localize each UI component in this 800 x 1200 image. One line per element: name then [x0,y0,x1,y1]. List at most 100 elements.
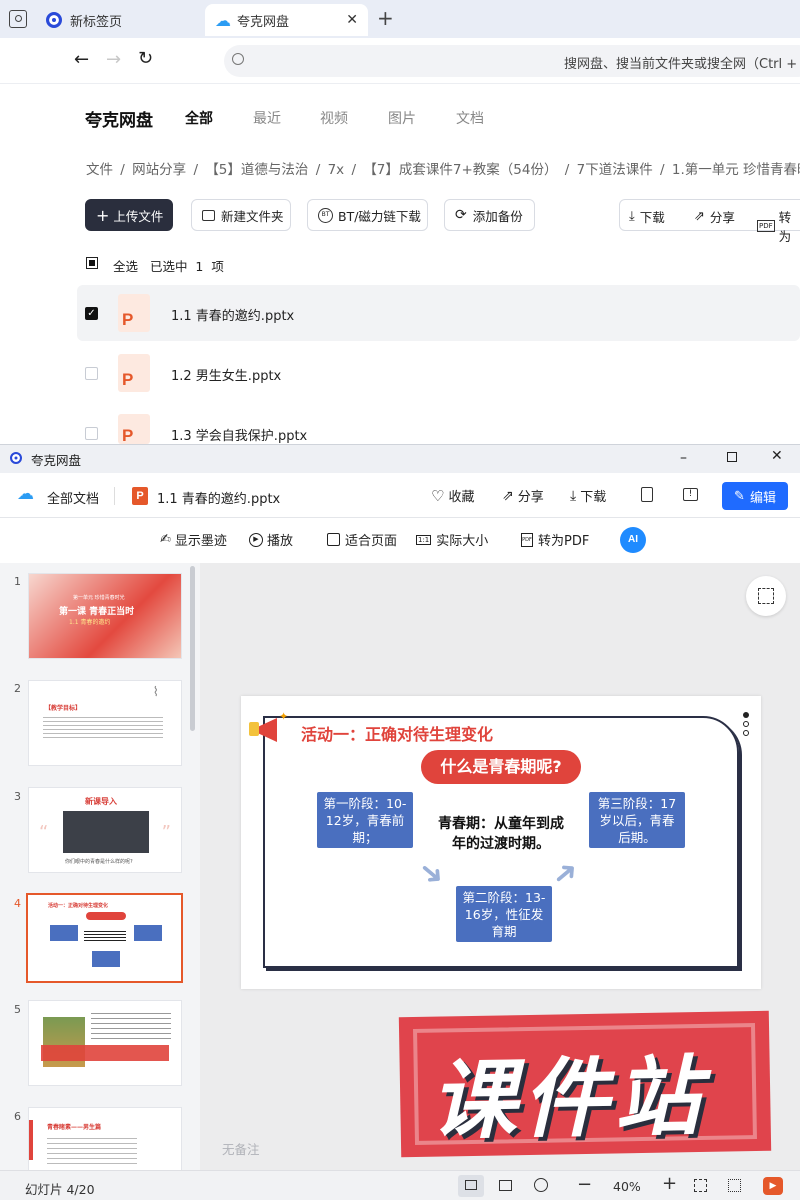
download-icon: ⤓ [629,209,635,224]
export-icon[interactable] [641,487,653,502]
slide-thumbnail-5[interactable] [28,1000,182,1086]
new-tab-plus-icon[interactable]: + [377,6,394,30]
zoom-in-icon[interactable]: + [662,1173,677,1194]
file-name[interactable]: 1.1 青春的邀约.pptx [171,305,294,324]
globe-icon[interactable] [534,1178,548,1192]
ink-icon: ✍ [160,532,171,547]
row-checkbox[interactable] [85,367,98,380]
watermark-stamp: 课件站 [398,1010,772,1158]
breadcrumb-item[interactable]: 7x [328,162,345,178]
fit-page-button[interactable]: 适合页面 [327,530,397,549]
brand-title: 夸克网盘 [85,111,153,131]
tab-quark-drive[interactable]: ☁ 夸克网盘 ✕ [205,4,368,36]
tab-label: 新标签页 [70,14,123,30]
ocr-tool-button[interactable] [746,576,786,616]
slide-thumbnail-6[interactable]: 青春睹素——男生篇 [28,1107,182,1170]
select-status: 全选 已选中 1 项 [113,259,224,274]
slide-thumbnail-2[interactable]: 【教学目标】 ⌇ [28,680,182,766]
slideshow-play-button[interactable]: ▶ [763,1177,783,1195]
tab-recent[interactable]: 最近 [253,108,281,128]
close-tab-icon[interactable]: ✕ [346,12,358,28]
fullscreen-icon[interactable] [728,1179,741,1192]
favorite-button[interactable]: ♡ 收藏 [431,486,474,506]
tab-new-tab[interactable]: 新标签页 [38,4,198,36]
maximize-icon[interactable] [727,452,737,462]
pdf-icon: PDF [757,220,775,232]
slide-number: 3 [14,790,21,803]
notes-placeholder[interactable]: 无备注 [222,1139,260,1158]
convert-pdf-button[interactable]: PDF 转为 [757,207,800,245]
slide-thumbnail-1[interactable]: 第一单元 珍惜青春时光 第一课 青春正当时 1.1 青春的邀约 [28,573,182,659]
slide-number: 6 [14,1110,21,1123]
zoom-level[interactable]: 40% [613,1179,641,1194]
pptx-file-icon: P [132,487,148,505]
pencil-icon: ✎ [734,488,745,504]
close-window-icon[interactable]: ✕ [771,448,783,464]
tab-all[interactable]: 全部 [185,108,213,128]
breadcrumb-sep: / [120,162,125,178]
file-name[interactable]: 1.2 男生女生.pptx [171,365,281,384]
breadcrumb: 文件 / 网站分享 / 【5】道德与法治 / 7x / 【7】成套课件7+教案（… [86,158,800,178]
stage-1-box: 第一阶段：10-12岁，青春前期； [317,792,413,848]
slide-thumbnail-4-active[interactable]: 活动一：正确对待生理变化 [26,893,183,983]
folder-plus-icon [202,209,215,221]
breadcrumb-item[interactable]: 网站分享 [132,162,186,178]
plus-icon: + [96,205,110,225]
all-docs-link[interactable]: 全部文档 [47,488,99,507]
watermark-text: 课件站 [429,1046,708,1152]
show-ink-button[interactable]: ✍ 显示墨迹 [160,530,227,549]
select-all-checkbox[interactable] [86,257,98,269]
download-button[interactable]: ⤓ 下载 [629,207,665,226]
zoom-out-icon[interactable]: − [577,1174,592,1195]
row-checkbox[interactable] [85,427,98,440]
divider [114,487,115,505]
share-button[interactable]: ⇗ 分享 [502,486,544,506]
tab-search-icon[interactable] [9,10,27,28]
thumb-scrollbar[interactable] [190,566,195,731]
slide-number: 2 [14,682,21,695]
slide-thumbnail-3[interactable]: 新课导入 “ ” 你们眼中的青春是什么样的呢? [28,787,182,873]
minimize-icon[interactable]: – [680,450,687,466]
convert-pdf-button[interactable]: PDF 转为PDF [521,530,589,549]
share-icon: ⇗ [502,487,514,504]
pptx-file-icon: P [118,294,150,332]
forward-arrow-icon[interactable]: → [106,49,121,70]
slide-number: 5 [14,1003,21,1016]
row-checkbox-checked[interactable]: ✓ [85,307,98,320]
slide-counter: 幻灯片 4/20 [25,1182,95,1197]
breadcrumb-item[interactable]: 1.第一单元 珍惜青春时 [672,162,800,178]
feedback-icon[interactable]: ! [683,488,698,501]
add-backup-button[interactable]: ⟳ 添加备份 [444,199,535,231]
stage-3-box: 第三阶段：17岁以后，青春后期。 [589,792,685,848]
tab-video[interactable]: 视频 [320,108,348,128]
window-title: 夸克网盘 [31,453,82,468]
file-name[interactable]: 1.3 学会自我保护.pptx [171,425,307,444]
breadcrumb-item[interactable]: 文件 [86,162,113,178]
breadcrumb-item[interactable]: 7下道法课件 [577,162,653,178]
ai-button[interactable]: AI [620,527,646,553]
edit-button[interactable]: ✎ 编辑 [722,482,788,510]
tab-image[interactable]: 图片 [388,108,416,128]
definition-text: 青春期：从童年到成年的过渡时期。 [438,816,564,852]
actual-size-icon: 1:1 [416,534,432,545]
quark-logo-icon [10,452,22,464]
slides-view-button[interactable] [458,1175,484,1197]
slide-number: 1 [14,575,21,588]
back-arrow-icon[interactable]: ← [74,49,89,70]
reload-icon[interactable]: ↻ [138,48,153,69]
breadcrumb-item[interactable]: 【5】道德与法治 [205,162,308,178]
fit-screen-icon[interactable] [694,1179,707,1192]
bt-download-button[interactable]: BT BT/磁力链下载 [307,199,428,231]
actual-size-button[interactable]: 1:1 实际大小 [416,530,488,549]
search-placeholder: 搜网盘、搜当前文件夹或搜全网（Ctrl + F） [564,57,800,72]
question-banner: 什么是青春期呢? [421,750,581,784]
share-button[interactable]: ⇗ 分享 [694,207,735,226]
notes-view-icon[interactable] [499,1180,512,1191]
download-button[interactable]: ⤓ 下载 [570,486,606,506]
play-button[interactable]: ▶ 播放 [249,530,293,549]
breadcrumb-item[interactable]: 【7】成套课件7+教案（54份） [363,162,557,178]
upload-button[interactable]: + 上传文件 [85,199,173,231]
new-folder-button[interactable]: 新建文件夹 [191,199,291,231]
viewer-file-name: 1.1 青春的邀约.pptx [157,492,281,507]
tab-document[interactable]: 文档 [456,108,484,128]
